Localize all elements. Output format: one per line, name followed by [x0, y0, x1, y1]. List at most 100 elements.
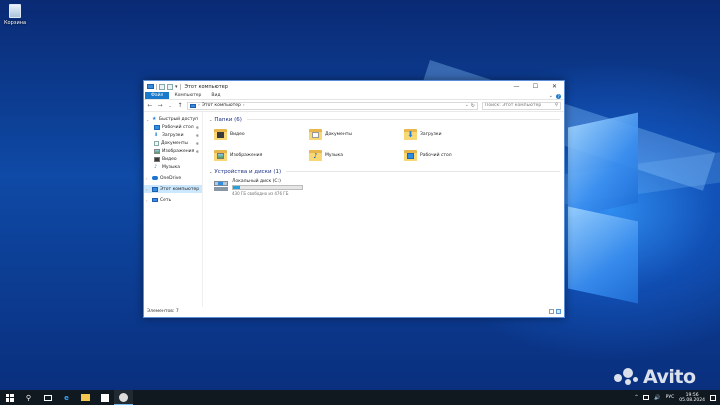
- help-icon[interactable]: ?: [556, 93, 561, 99]
- collapse-chevron-icon[interactable]: ⌄: [209, 169, 212, 174]
- address-history-chevron-icon[interactable]: ⌄: [465, 103, 469, 108]
- tab-view[interactable]: Вид: [206, 92, 225, 99]
- expand-ribbon-chevron-icon[interactable]: ⌄: [549, 93, 553, 99]
- nav-network[interactable]: › Сеть: [144, 196, 202, 204]
- cloud-icon: [152, 176, 158, 180]
- breadcrumb-this-pc[interactable]: Этот компьютер: [202, 103, 241, 108]
- nav-pictures[interactable]: Изображения ✱: [144, 147, 202, 155]
- network-tray-icon[interactable]: [643, 395, 650, 400]
- pin-icon: ✱: [195, 124, 199, 130]
- folder-item-videos[interactable]: Видео: [214, 126, 309, 142]
- edge-icon: e: [64, 393, 69, 402]
- up-arrow-icon[interactable]: ↑: [177, 102, 183, 109]
- drive-name: Локальный диск (C:): [232, 179, 281, 184]
- edge-button[interactable]: e: [57, 390, 76, 405]
- separator: [179, 83, 181, 90]
- item-count: Элементов: 7: [147, 308, 179, 314]
- show-hidden-icons-chevron-icon[interactable]: ^: [635, 395, 639, 400]
- customize-quick-access-chevron-icon[interactable]: ▾: [175, 84, 178, 90]
- devices-group-header[interactable]: ⌄ Устройства и диски (1): [209, 167, 560, 176]
- windows-logo-pane: [568, 112, 638, 218]
- recycle-bin-shortcut[interactable]: Корзина: [4, 4, 26, 26]
- title-bar[interactable]: ▾ Этот компьютер — ☐ ✕: [144, 81, 564, 92]
- drive-free-space: 430 ГБ свободно из 476 ГБ: [232, 191, 289, 196]
- expand-chevron-icon[interactable]: ›: [146, 198, 150, 203]
- explorer-taskbar-button[interactable]: [76, 390, 95, 405]
- nav-this-pc[interactable]: › Этот компьютер: [144, 185, 202, 193]
- folder-item-downloads[interactable]: ⬇ Загрузки: [404, 126, 499, 142]
- separator: [156, 83, 157, 90]
- folder-item-desktop[interactable]: Рабочий стол: [404, 147, 499, 163]
- nav-downloads[interactable]: ⬇ Загрузки ✱: [144, 131, 202, 139]
- windows-start-icon: [5, 393, 14, 402]
- music-icon: ♪: [154, 163, 158, 170]
- nav-quick-access[interactable]: ⌄ ★ Быстрый доступ: [144, 115, 202, 123]
- window-controls: — ☐ ✕: [507, 81, 564, 92]
- folder-item-documents[interactable]: Документы: [309, 126, 404, 142]
- ribbon-tabs: Файл Компьютер Вид ⌄ ?: [144, 92, 564, 100]
- properties-icon[interactable]: [159, 83, 165, 90]
- nav-label: Сеть: [160, 197, 172, 203]
- clock[interactable]: 19:56 05.08.2024: [679, 393, 705, 403]
- document-icon: [154, 140, 159, 146]
- breadcrumb-separator[interactable]: ›: [198, 103, 200, 108]
- computer-icon: [152, 186, 158, 192]
- search-icon: ⚲: [25, 393, 32, 402]
- search-icon: ⚲: [554, 103, 558, 108]
- minimize-button[interactable]: —: [507, 81, 526, 92]
- window-title: Этот компьютер: [184, 83, 228, 90]
- nav-label: Музыка: [162, 164, 180, 170]
- expand-chevron-icon[interactable]: ⌄: [146, 117, 150, 122]
- file-list-pane[interactable]: ⌄ Папки (6) Видео Документы ⬇ Загрузки И…: [203, 112, 564, 307]
- search-input[interactable]: [485, 103, 551, 108]
- language-indicator[interactable]: РУС: [666, 395, 675, 400]
- tab-file[interactable]: Файл: [145, 92, 170, 99]
- status-bar: Элементов: 7: [144, 307, 564, 315]
- drive-item-c[interactable]: Локальный диск (C:) 430 ГБ свободно из 4…: [209, 176, 560, 196]
- nav-label: Этот компьютер: [160, 186, 200, 192]
- expand-chevron-icon[interactable]: ›: [146, 176, 150, 181]
- search-box[interactable]: ⚲: [482, 101, 561, 110]
- address-bar[interactable]: › Этот компьютер › ⌄ ↻: [187, 101, 478, 110]
- start-button[interactable]: [0, 390, 19, 405]
- active-app-button[interactable]: [114, 390, 133, 405]
- forward-arrow-icon[interactable]: →: [157, 102, 163, 109]
- folder-item-music[interactable]: ♪ Музыка: [309, 147, 404, 163]
- music-folder-icon: ♪: [309, 149, 322, 161]
- nav-desktop[interactable]: Рабочий стол ✱: [144, 123, 202, 131]
- navigation-pane[interactable]: ⌄ ★ Быстрый доступ Рабочий стол ✱ ⬇ Загр…: [144, 112, 203, 307]
- tiles-view-icon[interactable]: [556, 308, 561, 314]
- new-folder-icon[interactable]: [167, 83, 173, 90]
- explorer-window[interactable]: ▾ Этот компьютер — ☐ ✕ Файл Компьютер Ви…: [143, 80, 565, 318]
- refresh-icon[interactable]: ↻: [471, 103, 475, 109]
- group-divider: [246, 119, 560, 120]
- task-view-button[interactable]: [38, 390, 57, 405]
- tab-computer[interactable]: Компьютер: [169, 92, 206, 99]
- group-title: Устройства и диски (1): [214, 168, 282, 175]
- collapse-chevron-icon[interactable]: ⌄: [209, 117, 212, 122]
- search-button[interactable]: ⚲: [19, 390, 38, 405]
- nav-videos[interactable]: Видео: [144, 155, 202, 163]
- nav-documents[interactable]: Документы ✱: [144, 139, 202, 147]
- notifications-icon[interactable]: [710, 394, 716, 401]
- nav-onedrive[interactable]: › OneDrive: [144, 174, 202, 182]
- details-view-icon[interactable]: [549, 308, 554, 314]
- ribbon-controls: ⌄ ?: [549, 92, 561, 100]
- close-button[interactable]: ✕: [545, 81, 564, 92]
- store-button[interactable]: [95, 390, 114, 405]
- computer-icon: [190, 103, 196, 108]
- download-icon: ⬇: [154, 131, 159, 138]
- desktop-folder-icon: [404, 149, 417, 161]
- recycle-bin-label: Корзина: [4, 20, 27, 26]
- recent-locations-chevron-icon[interactable]: ⌄: [167, 103, 173, 108]
- breadcrumb-separator[interactable]: ›: [243, 103, 245, 108]
- nav-music[interactable]: ♪ Музыка: [144, 163, 202, 171]
- maximize-button[interactable]: ☐: [526, 81, 545, 92]
- drive-info: Локальный диск (C:) 430 ГБ свободно из 4…: [232, 179, 303, 196]
- volume-icon[interactable]: 🔊: [654, 395, 660, 401]
- folder-item-pictures[interactable]: Изображения: [214, 147, 309, 163]
- expand-chevron-icon[interactable]: ›: [146, 187, 150, 192]
- pictures-icon: [154, 148, 160, 154]
- folders-group-header[interactable]: ⌄ Папки (6): [209, 115, 560, 124]
- back-arrow-icon[interactable]: ←: [147, 102, 153, 109]
